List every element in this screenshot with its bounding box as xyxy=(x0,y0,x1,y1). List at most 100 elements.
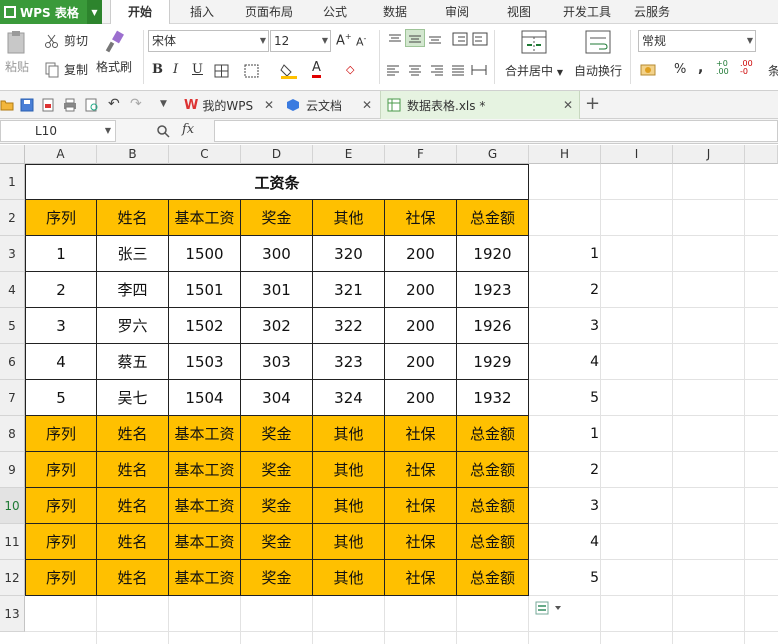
data-cell[interactable]: 304 xyxy=(241,380,313,416)
data-cell[interactable]: 200 xyxy=(385,236,457,272)
justify-icon[interactable] xyxy=(451,64,465,76)
select-all-corner[interactable] xyxy=(0,145,25,164)
header-cell[interactable]: 序列 xyxy=(25,560,97,596)
paste-options-icon[interactable] xyxy=(535,600,565,616)
comma-button[interactable]: , xyxy=(698,60,703,76)
data-cell[interactable]: 张三 xyxy=(97,236,169,272)
data-cell[interactable]: 303 xyxy=(241,344,313,380)
align-bottom-icon[interactable] xyxy=(428,33,442,45)
insert-function-button[interactable]: fx xyxy=(182,122,194,137)
more-icon[interactable]: 条 xyxy=(768,62,778,79)
chevron-down-icon[interactable]: ▼ xyxy=(87,0,102,24)
header-cell[interactable]: 总金额 xyxy=(457,560,529,596)
sheet-title-cell[interactable]: 工资条 xyxy=(25,164,529,200)
print-icon[interactable] xyxy=(63,98,77,112)
tab-view[interactable]: 视图 xyxy=(496,0,542,24)
header-cell[interactable]: 其他 xyxy=(313,416,385,452)
data-cell[interactable]: 200 xyxy=(385,380,457,416)
export-pdf-icon[interactable] xyxy=(41,98,55,112)
copy-button[interactable]: 复制 xyxy=(44,61,88,78)
data-cell[interactable]: 1920 xyxy=(457,236,529,272)
header-cell[interactable]: 奖金 xyxy=(241,416,313,452)
align-top-icon[interactable] xyxy=(388,33,402,45)
row-header[interactable]: 12 xyxy=(0,560,25,596)
data-cell[interactable]: 1926 xyxy=(457,308,529,344)
data-cell[interactable]: 320 xyxy=(313,236,385,272)
column-header[interactable]: G xyxy=(457,145,529,164)
data-cell[interactable]: 1923 xyxy=(457,272,529,308)
row-header[interactable]: 6 xyxy=(0,344,25,380)
column-header[interactable]: H xyxy=(529,145,601,164)
header-cell[interactable]: 基本工资 xyxy=(169,560,241,596)
header-cell[interactable]: 总金额 xyxy=(457,452,529,488)
header-cell[interactable]: 序列 xyxy=(25,452,97,488)
header-cell[interactable]: 基本工资 xyxy=(169,524,241,560)
bold-icon[interactable]: B xyxy=(152,62,163,77)
italic-icon[interactable]: I xyxy=(173,62,178,77)
decrease-decimal-icon[interactable]: .00 -0 xyxy=(740,60,753,76)
decrease-font-icon[interactable]: A- xyxy=(356,34,366,49)
header-cell[interactable]: 其他 xyxy=(313,524,385,560)
close-icon[interactable]: ✕ xyxy=(563,98,573,112)
column-header[interactable]: J xyxy=(673,145,745,164)
header-cell[interactable]: 基本工资 xyxy=(169,452,241,488)
row-header[interactable]: 5 xyxy=(0,308,25,344)
align-left-icon[interactable] xyxy=(386,64,400,76)
data-cell[interactable]: 5 xyxy=(25,380,97,416)
helper-number-cell[interactable]: 3 xyxy=(530,308,602,344)
tab-review[interactable]: 审阅 xyxy=(434,0,480,24)
row-header[interactable]: 3 xyxy=(0,236,25,272)
tab-cloud-service[interactable]: 云服务 xyxy=(628,0,676,24)
header-cell[interactable]: 总金额 xyxy=(457,488,529,524)
header-cell[interactable]: 社保 xyxy=(385,452,457,488)
percent-button[interactable]: % xyxy=(674,62,686,77)
header-cell[interactable]: 社保 xyxy=(385,416,457,452)
data-cell[interactable]: 1929 xyxy=(457,344,529,380)
increase-decimal-icon[interactable]: +0.00 xyxy=(716,60,729,76)
column-header[interactable]: A xyxy=(25,145,97,164)
header-cell[interactable]: 基本工资 xyxy=(169,200,241,236)
helper-number-cell[interactable]: 3 xyxy=(530,488,602,524)
column-header[interactable]: F xyxy=(385,145,457,164)
header-cell[interactable]: 姓名 xyxy=(97,416,169,452)
helper-number-cell[interactable]: 2 xyxy=(530,452,602,488)
column-header[interactable]: I xyxy=(601,145,673,164)
font-color-icon[interactable]: A xyxy=(312,60,321,78)
row-header[interactable]: 13 xyxy=(0,596,25,632)
data-cell[interactable]: 1932 xyxy=(457,380,529,416)
number-format-select[interactable]: 常规 ▼ xyxy=(638,30,756,52)
format-painter-button[interactable]: 格式刷 xyxy=(94,30,134,75)
header-cell[interactable]: 序列 xyxy=(25,200,97,236)
header-cell[interactable]: 其他 xyxy=(313,488,385,524)
header-cell[interactable]: 其他 xyxy=(313,560,385,596)
clear-format-icon[interactable]: ◇ xyxy=(346,63,354,76)
formula-input[interactable] xyxy=(214,120,778,142)
column-header[interactable]: D xyxy=(241,145,313,164)
data-cell[interactable]: 1 xyxy=(25,236,97,272)
doc-tab-my-wps[interactable]: W 我的WPS ✕ xyxy=(180,91,280,119)
header-cell[interactable]: 姓名 xyxy=(97,488,169,524)
search-icon[interactable] xyxy=(156,124,170,138)
data-cell[interactable]: 2 xyxy=(25,272,97,308)
close-icon[interactable]: ✕ xyxy=(264,98,274,112)
increase-indent-icon[interactable] xyxy=(472,32,488,46)
header-cell[interactable]: 奖金 xyxy=(241,524,313,560)
header-cell[interactable]: 奖金 xyxy=(241,452,313,488)
decrease-indent-icon[interactable] xyxy=(452,32,468,46)
header-cell[interactable]: 社保 xyxy=(385,560,457,596)
data-cell[interactable]: 200 xyxy=(385,344,457,380)
header-cell[interactable]: 社保 xyxy=(385,200,457,236)
tab-developer[interactable]: 开发工具 xyxy=(556,0,618,24)
row-header[interactable]: 4 xyxy=(0,272,25,308)
data-cell[interactable]: 200 xyxy=(385,272,457,308)
doc-tab-spreadsheet[interactable]: 数据表格.xls * ✕ xyxy=(380,91,580,119)
data-cell[interactable]: 1502 xyxy=(169,308,241,344)
header-cell[interactable]: 姓名 xyxy=(97,452,169,488)
data-cell[interactable]: 302 xyxy=(241,308,313,344)
align-right-icon[interactable] xyxy=(430,64,444,76)
column-header[interactable]: C xyxy=(169,145,241,164)
helper-number-cell[interactable]: 5 xyxy=(530,560,602,596)
save-icon[interactable] xyxy=(20,98,34,112)
data-cell[interactable]: 4 xyxy=(25,344,97,380)
data-cell[interactable]: 吴七 xyxy=(97,380,169,416)
